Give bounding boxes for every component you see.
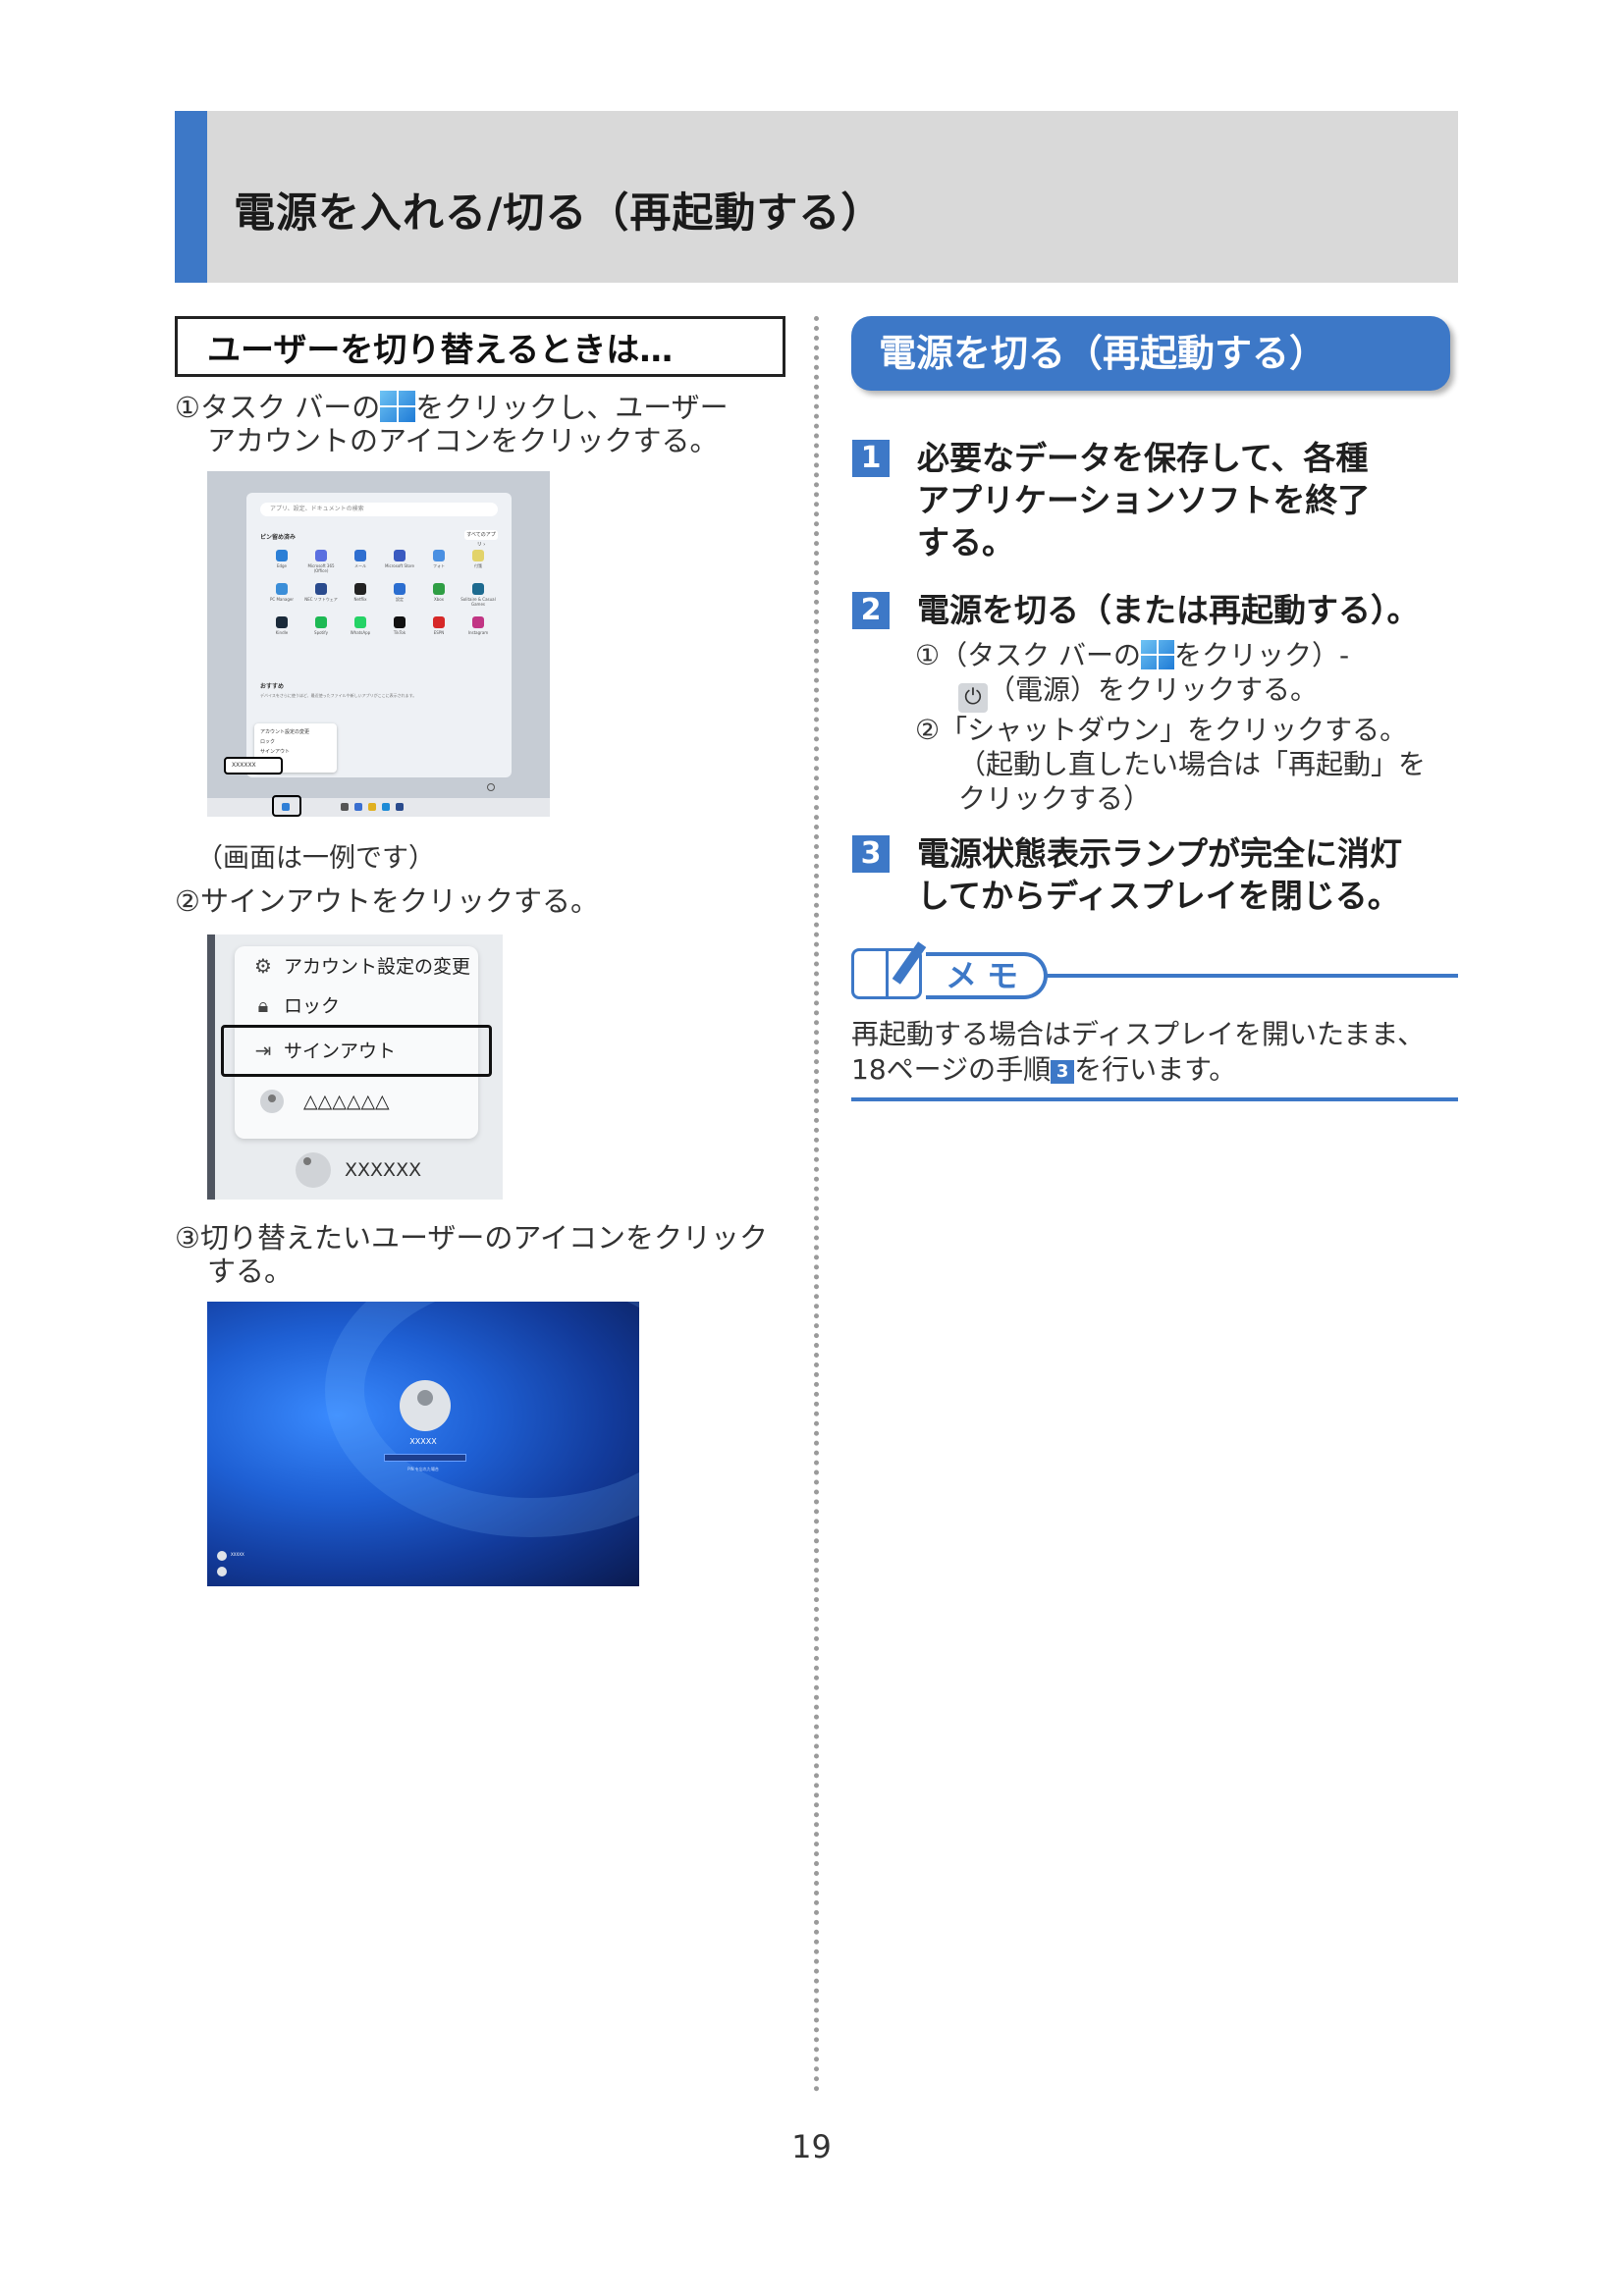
header-accent-bar [175,111,207,283]
power-off-heading: 電源を切る（再起動する） [851,316,1450,391]
taskbar-icon[interactable] [341,803,349,811]
step-1: 1 必要なデータを保存して、各種 アプリケーションソフトを終了 する。 [852,437,1370,563]
memo-label: メモ [926,952,1048,999]
start-menu-screenshot: アプリ、設定、ドキュメントの検索 ピン留め済み すべてのアプリ › Edge M… [207,471,550,817]
step1-text-a: ①タスク バーの [175,391,381,424]
step1-text-b: をクリックし、ユーザー [415,391,729,424]
all-apps-button[interactable]: すべてのアプリ › [464,530,498,548]
forgot-pin-link[interactable]: PIN を忘れた場合 [207,1467,639,1472]
account-settings-icon: ⚙ [254,953,272,978]
page-number: 19 [791,2128,832,2165]
start-icon[interactable] [282,803,290,811]
other-user-row[interactable]: △△△△△△ [260,1090,390,1113]
user-avatar-icon [296,1152,331,1188]
step-3: 3 電源状態表示ランプが完全に消灯 してからディスプレイを閉じる。 [852,832,1402,917]
taskbar-icon[interactable] [354,803,362,811]
column-divider [814,316,819,2093]
memo-header: メモ [851,940,1458,1005]
lock-screen-screenshot: XXXXX PIN を忘れた場合 XXXXX [207,1302,639,1586]
step-text: 電源を切る（または再起動する）。 [917,591,1420,629]
app-tile[interactable]: Xbox [419,581,459,609]
user-switch-icon[interactable] [217,1551,227,1561]
screenshot-caption: （画面は一例です） [196,843,435,874]
app-tile[interactable]: Solitaire & Casual Games [459,581,498,609]
lock-label: ロック [284,995,341,1017]
user-switch-name: XXXXX [231,1552,244,1557]
recommended-text: デバイスをさらに使うほど、最近使ったファイルや新しいアプリがここに表示されます。 [260,693,417,698]
step-2: 2 電源を切る（または再起動する）。 [852,589,1420,631]
app-tile[interactable]: Microsoft 365 (Office) [301,548,341,575]
user-avatar-icon [260,1090,284,1113]
user-avatar-icon[interactable] [400,1380,451,1431]
power-icon[interactable] [487,783,495,791]
step-2-substeps: ①（タスク バーの をクリック）- ⏻ （電源）をクリックする。 ②「シャットダウン… [915,639,1427,815]
taskbar [207,798,550,817]
switch-user-step1: ①タスク バーの をクリックし、ユーザー アカウントのアイコンをクリックする。 [175,391,729,457]
app-tile[interactable]: NEC ソフトウェア [301,581,341,609]
step-number: 1 [852,440,890,477]
account-menu-screenshot: ⚙ アカウント設定の変更 🔒︎ ロック ⇥ サインアウト △△△△△△ XXXX… [207,934,503,1200]
pinned-label: ピン留め済み [260,534,297,541]
app-tile[interactable]: Kindle [262,614,301,642]
step3-text-line2: する。 [207,1255,294,1288]
account-button[interactable]: XXXXXX [224,757,283,774]
app-tile[interactable]: PC Manager [262,581,301,609]
app-tile[interactable]: Edge [262,548,301,575]
other-user-label: △△△△△△ [303,1091,390,1112]
memo-bottom-rule [851,1097,1458,1101]
search-input[interactable]: アプリ、設定、ドキュメントの検索 [260,503,498,516]
taskbar-icon[interactable] [382,803,390,811]
step-text: 必要なデータを保存して、各種 アプリケーションソフトを終了 する。 [917,439,1371,561]
app-tile[interactable]: Instagram [459,614,498,642]
app-tile[interactable]: WhatsApp [341,614,380,642]
app-tile[interactable]: ESPN [419,614,459,642]
taskbar-icon[interactable] [368,803,376,811]
lock-row[interactable]: 🔒︎ ロック [252,991,340,1018]
pin-input[interactable] [384,1454,466,1462]
change-account-label: アカウント設定の変更 [284,956,471,978]
power-icon: ⏻ [958,683,988,713]
sign-out-item[interactable]: サインアウト [260,747,331,757]
wallpaper-swirl [325,1302,639,1537]
user-switch-icon[interactable] [217,1567,227,1576]
windows-start-icon [380,391,416,422]
taskbar-icon[interactable] [396,803,404,811]
app-tile[interactable]: Microsoft Store [380,548,419,575]
lock-item[interactable]: ロック [260,737,331,747]
step-number: 2 [852,592,890,629]
screen-edge [207,934,215,1200]
step-number: 3 [852,835,890,873]
app-tile[interactable]: 付箋 [459,548,498,575]
sign-out-highlight [221,1025,492,1077]
app-tile[interactable]: Spotify [301,614,341,642]
change-account-item[interactable]: アカウント設定の変更 [260,727,331,737]
start-menu-panel: アプリ、設定、ドキュメントの検索 ピン留め済み すべてのアプリ › Edge M… [246,493,512,791]
page-title: 電源を入れる/切る（再起動する） [234,188,884,237]
windows-start-icon [1141,640,1175,669]
current-user-row[interactable]: XXXXXX [296,1152,421,1188]
memo-text: 再起動する場合はディスプレイを開いたまま、 18ページの手順 3 を行います。 [851,1018,1426,1086]
change-account-row[interactable]: ⚙ アカウント設定の変更 [252,952,470,979]
memo-rule [1044,974,1458,978]
step3-text-line1: ③切り替えたいユーザーのアイコンをクリック [175,1221,768,1255]
current-user-label: XXXXXX [345,1159,422,1181]
switch-user-step2: ②サインアウトをクリックする。 [175,884,599,918]
section-header: 電源を入れる/切る（再起動する） [175,111,1458,283]
app-tile[interactable]: TikTok [380,614,419,642]
lock-user-name: XXXXX [409,1437,437,1446]
pinned-apps-grid: Edge Microsoft 365 (Office) メール Microsof… [262,548,498,642]
recommended-label: おすすめ [260,683,285,690]
app-tile[interactable]: 設定 [380,581,419,609]
lock-icon: 🔒︎ [257,992,269,1017]
switch-user-heading: ユーザーを切り替えるときは… [175,316,785,377]
app-tile[interactable]: フォト [419,548,459,575]
step-number-badge: 3 [1051,1060,1075,1084]
app-tile[interactable]: Netflix [341,581,380,609]
step1-text-line2: アカウントのアイコンをクリックする。 [207,424,719,457]
switch-user-step3: ③切り替えたいユーザーのアイコンをクリック する。 [175,1221,768,1288]
step-text: 電源状態表示ランプが完全に消灯 してからディスプレイを閉じる。 [917,834,1403,915]
app-tile[interactable]: メール [341,548,380,575]
